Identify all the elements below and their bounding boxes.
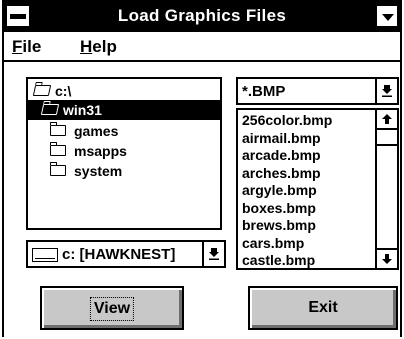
system-menu-button[interactable]	[6, 5, 30, 27]
title-bar[interactable]: Load Graphics Files	[4, 2, 400, 32]
exit-button-label: Exit	[308, 299, 338, 316]
file-item[interactable]: argyle.bmp	[242, 181, 317, 199]
dir-item-system[interactable]: system	[28, 161, 220, 181]
arrow-up-icon	[382, 114, 392, 124]
menu-help-rest: elp	[92, 37, 117, 56]
arrow-down-icon	[209, 248, 219, 260]
dir-item-win31[interactable]: win31	[28, 100, 220, 120]
dir-item-label: c:\	[55, 83, 72, 99]
file-item[interactable]: 256color.bmp	[242, 111, 332, 129]
dir-item-msapps[interactable]: msapps	[28, 141, 220, 161]
arrow-down-icon	[382, 254, 392, 264]
file-type-value: *.BMP	[242, 83, 286, 100]
load-graphics-window: Load Graphics Files File Help c:\ win31 …	[2, 0, 402, 337]
scroll-thumb[interactable]	[377, 130, 397, 146]
file-item[interactable]: airmail.bmp	[242, 129, 321, 147]
exit-button[interactable]: Exit	[248, 286, 398, 330]
arrow-down-icon	[382, 85, 392, 97]
view-button[interactable]: View	[40, 286, 184, 330]
directory-list[interactable]: c:\ win31 games msapps system	[26, 77, 222, 230]
dir-item-label: msapps	[74, 143, 127, 159]
dir-item-games[interactable]: games	[28, 121, 220, 141]
drive-select[interactable]: c: [HAWKNEST]	[26, 240, 226, 268]
file-item[interactable]: cars.bmp	[242, 234, 304, 252]
minimize-button[interactable]	[376, 5, 398, 27]
file-item[interactable]: boxes.bmp	[242, 199, 316, 217]
folder-icon	[49, 162, 66, 176]
menu-help-accel: H	[80, 37, 93, 56]
scroll-down-button[interactable]	[377, 248, 397, 268]
system-menu-icon	[10, 14, 26, 19]
menu-file[interactable]: File	[12, 37, 41, 57]
file-type-select[interactable]: *.BMP	[236, 77, 399, 105]
file-item[interactable]: arcade.bmp	[242, 146, 321, 164]
menu-file-rest: ile	[22, 37, 42, 56]
folder-icon	[49, 142, 66, 156]
menu-file-accel: F	[12, 37, 23, 56]
file-item[interactable]: castle.bmp	[242, 251, 315, 268]
menu-help[interactable]: Help	[80, 37, 117, 57]
file-list[interactable]: 256color.bmp airmail.bmp arcade.bmp arch…	[236, 108, 399, 270]
dir-item-label: win31	[63, 102, 102, 118]
open-folder-icon	[32, 85, 52, 96]
window-title: Load Graphics Files	[117, 6, 287, 25]
drive-dropdown-button[interactable]	[202, 242, 224, 266]
drive-icon	[32, 248, 58, 262]
view-button-label: View	[89, 297, 135, 321]
menu-bar: File Help	[4, 32, 400, 62]
drive-value: c: [HAWKNEST]	[62, 246, 176, 263]
scroll-up-button[interactable]	[377, 110, 397, 130]
folder-icon	[49, 122, 66, 136]
file-type-dropdown-button[interactable]	[375, 79, 397, 103]
dir-item-label: system	[74, 163, 123, 179]
file-item[interactable]: arches.bmp	[242, 164, 321, 182]
open-folder-icon	[40, 104, 60, 115]
file-item[interactable]: brews.bmp	[242, 216, 316, 234]
dir-item-label: games	[74, 123, 119, 139]
dir-item-root[interactable]: c:\	[28, 81, 220, 101]
file-list-scrollbar[interactable]	[375, 110, 397, 268]
